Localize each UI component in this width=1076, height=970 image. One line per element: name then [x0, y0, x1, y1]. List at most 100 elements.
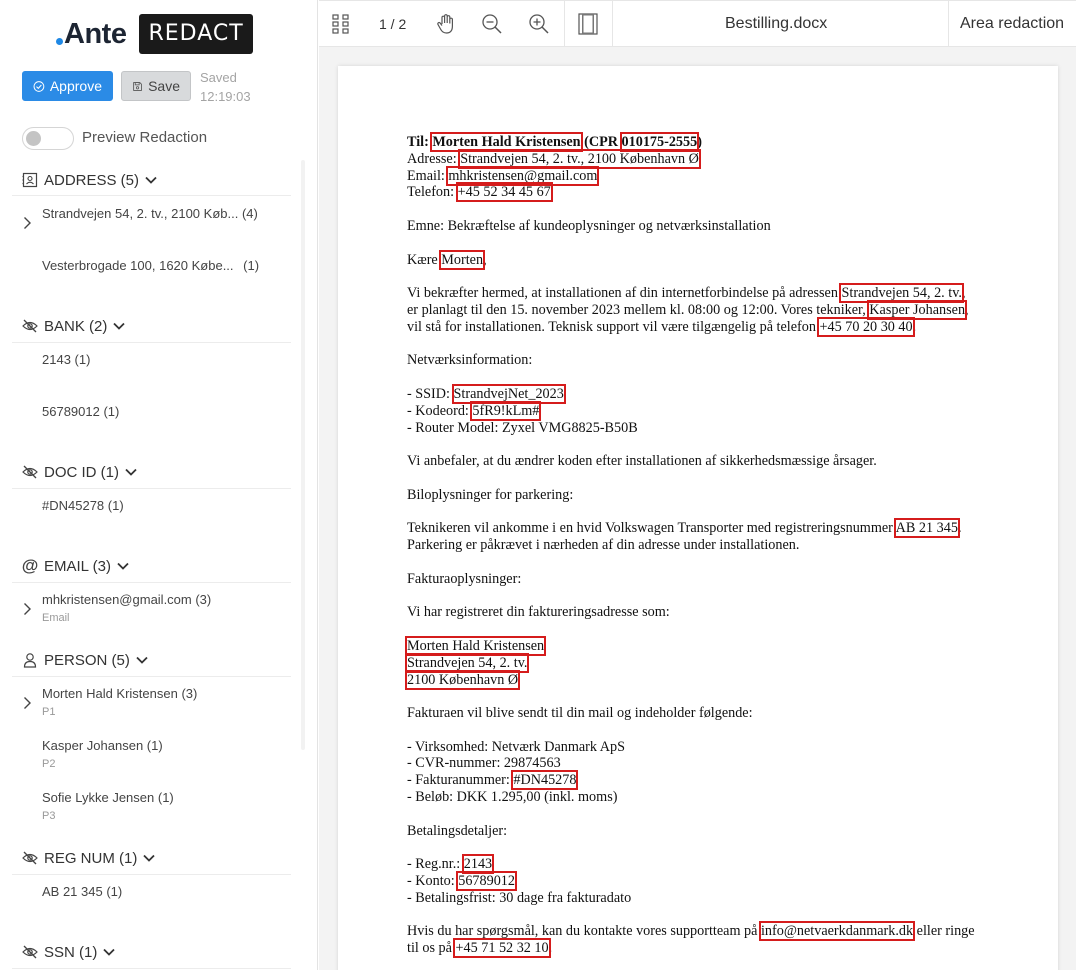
section-ssn-title: SSN (1): [44, 943, 98, 961]
redaction-person[interactable]: Kasper Johansen: [867, 299, 968, 320]
logo-brand-text: Ante: [64, 17, 127, 50]
chevron-down-icon: [145, 176, 157, 184]
toolbar-divider: [948, 1, 949, 47]
person-item-2[interactable]: Kasper Johansen (1): [42, 738, 163, 753]
address-item-2-count: (1): [243, 258, 260, 273]
bank-item-1[interactable]: 2143 (1): [42, 352, 90, 367]
doc-line: Vi anbefaler, at du ændrer koden efter i…: [407, 453, 877, 470]
address-item-2[interactable]: Vesterbrogade 100, 1620 Købe... (1): [42, 258, 259, 273]
redaction-docid[interactable]: #DN45278: [511, 770, 579, 791]
chevron-right-icon[interactable]: [22, 696, 32, 710]
address-item-1-label: Strandvejen 54, 2. tv., 2100 Køb...: [42, 206, 239, 221]
redaction-ssid[interactable]: StrandvejNet_2023: [451, 383, 566, 404]
chevron-down-icon: [113, 322, 125, 330]
section-email-header[interactable]: @ EMAIL (3): [22, 555, 129, 577]
doc-line: Biloplysninger for parkering:: [407, 486, 574, 503]
redaction-ssn[interactable]: 010175-2555: [619, 132, 700, 152]
section-bank-header[interactable]: BANK (2): [22, 315, 125, 337]
doc-line: Vi bekræfter hermed, at installationen a…: [407, 283, 1007, 304]
sidebar-scrollbar[interactable]: [301, 160, 305, 750]
person-icon: [22, 652, 38, 668]
doc-text: - Kodeord:: [407, 402, 469, 419]
redaction-phone[interactable]: +45 71 52 32 10: [453, 938, 551, 959]
address-item-1-count: (4): [241, 206, 258, 221]
doc-text: ,: [965, 301, 969, 318]
area-redaction-button[interactable]: Area redaction: [960, 15, 1064, 33]
doc-to-label: Til:: [407, 134, 429, 150]
redaction-address[interactable]: 2100 København Ø: [404, 669, 521, 690]
eye-slash-icon: [22, 464, 38, 480]
viewer-toolbar: 1 / 2 Bestilling.docx Area redaction: [319, 0, 1076, 47]
doc-line: Til: Morten Hald Kristensen (CPR 010175-…: [407, 132, 1007, 152]
doc-cpr-suffix: ): [697, 134, 702, 150]
person-item-1[interactable]: Morten Hald Kristensen (3): [42, 686, 197, 701]
redaction-regnum[interactable]: AB 21 345: [893, 518, 960, 539]
section-address-header[interactable]: ADDRESS (5): [22, 169, 157, 191]
redaction-address[interactable]: Strandvejen 54, 2. tv.: [404, 652, 530, 673]
doc-line: - Router Model: Zyxel VMG8825-B50B: [407, 419, 638, 436]
person-item-3[interactable]: Sofie Lykke Jensen (1): [42, 790, 174, 805]
redaction-email[interactable]: mhkristensen@gmail.com: [446, 165, 600, 186]
hand-icon: [437, 14, 453, 34]
section-person-header[interactable]: PERSON (5): [22, 649, 148, 671]
redaction-email[interactable]: info@netvaerkdanmark.dk: [758, 921, 916, 942]
bank-item-2[interactable]: 56789012 (1): [42, 404, 119, 419]
doc-text: Kære: [407, 251, 438, 268]
redaction-phone[interactable]: +45 70 20 30 40: [817, 316, 915, 337]
section-bank-title: BANK (2): [44, 317, 108, 335]
doc-line: - SSID: StrandvejNet_2023: [407, 383, 1007, 404]
doc-text: Teknikeren vil ankomme i en hvid Volkswa…: [407, 520, 893, 537]
thumbnails-button[interactable]: [329, 1, 353, 47]
redaction-person[interactable]: Morten Hald Kristensen: [404, 635, 547, 656]
address-card-icon: [22, 172, 38, 188]
section-address-title: ADDRESS (5): [44, 171, 140, 189]
check-circle-icon: [33, 80, 45, 92]
pan-tool-button[interactable]: [433, 1, 459, 47]
approve-button[interactable]: Approve: [22, 71, 113, 101]
save-button[interactable]: Save: [121, 71, 191, 101]
section-divider: [12, 968, 291, 969]
chevron-down-icon: [143, 854, 155, 862]
doc-line: Parkering er påkrævet i nærheden af din …: [407, 537, 800, 554]
chevron-right-icon[interactable]: [22, 602, 32, 616]
doc-text: Vi bekræfter hermed, at installationen a…: [407, 285, 838, 302]
redaction-bank[interactable]: 2143: [461, 854, 495, 875]
address-item-1[interactable]: Strandvejen 54, 2. tv., 2100 Køb... (4): [42, 206, 258, 221]
docid-item-1[interactable]: #DN45278 (1): [42, 498, 124, 513]
page-view-button[interactable]: [576, 1, 600, 47]
chevron-right-icon[interactable]: [22, 216, 32, 230]
redaction-bank[interactable]: 56789012: [456, 871, 517, 892]
section-docid-header[interactable]: DOC ID (1): [22, 461, 137, 483]
zoom-in-icon: [529, 14, 549, 34]
redaction-password[interactable]: 5fR9!kLm#: [470, 400, 542, 421]
section-divider: [12, 195, 291, 196]
doc-line: - Fakturanummer: #DN45278: [407, 770, 1007, 791]
doc-text: - Fakturanummer:: [407, 772, 510, 789]
doc-line: - Reg.nr.: 2143: [407, 854, 1007, 875]
redaction-phone[interactable]: +45 52 34 45 67: [455, 182, 553, 203]
redaction-address[interactable]: Strandvejen 54, 2. tv., 2100 København Ø: [458, 148, 701, 169]
doc-line: Fakturaoplysninger:: [407, 570, 522, 587]
redaction-person[interactable]: Morten Hald Kristensen: [430, 132, 583, 152]
redaction-person[interactable]: Morten: [439, 249, 486, 270]
document-viewer[interactable]: Til: Morten Hald Kristensen (CPR 010175-…: [319, 47, 1076, 970]
preview-redaction-toggle[interactable]: [22, 127, 74, 150]
section-regnum-header[interactable]: REG NUM (1): [22, 847, 155, 869]
zoom-in-button[interactable]: [526, 1, 552, 47]
document-page: Til: Morten Hald Kristensen (CPR 010175-…: [338, 66, 1058, 970]
email-item-1[interactable]: mhkristensen@gmail.com (3): [42, 592, 211, 607]
doc-text: ,: [483, 251, 487, 268]
eye-slash-icon: [22, 318, 38, 334]
zoom-out-icon: [482, 14, 502, 34]
section-ssn-header[interactable]: SSN (1): [22, 941, 115, 963]
doc-line: Netværksinformation:: [407, 352, 533, 369]
chevron-down-icon: [136, 656, 148, 664]
section-email-title: EMAIL (3): [44, 557, 111, 575]
single-page-icon: [578, 13, 598, 35]
section-divider: [12, 582, 291, 583]
redaction-address[interactable]: Strandvejen 54, 2. tv.: [839, 283, 964, 304]
regnum-item-1[interactable]: AB 21 345 (1): [42, 884, 122, 899]
doc-line: Strandvejen 54, 2. tv.: [404, 652, 1007, 673]
doc-line: Fakturaen vil blive sendt til din mail o…: [407, 705, 753, 722]
zoom-out-button[interactable]: [479, 1, 505, 47]
